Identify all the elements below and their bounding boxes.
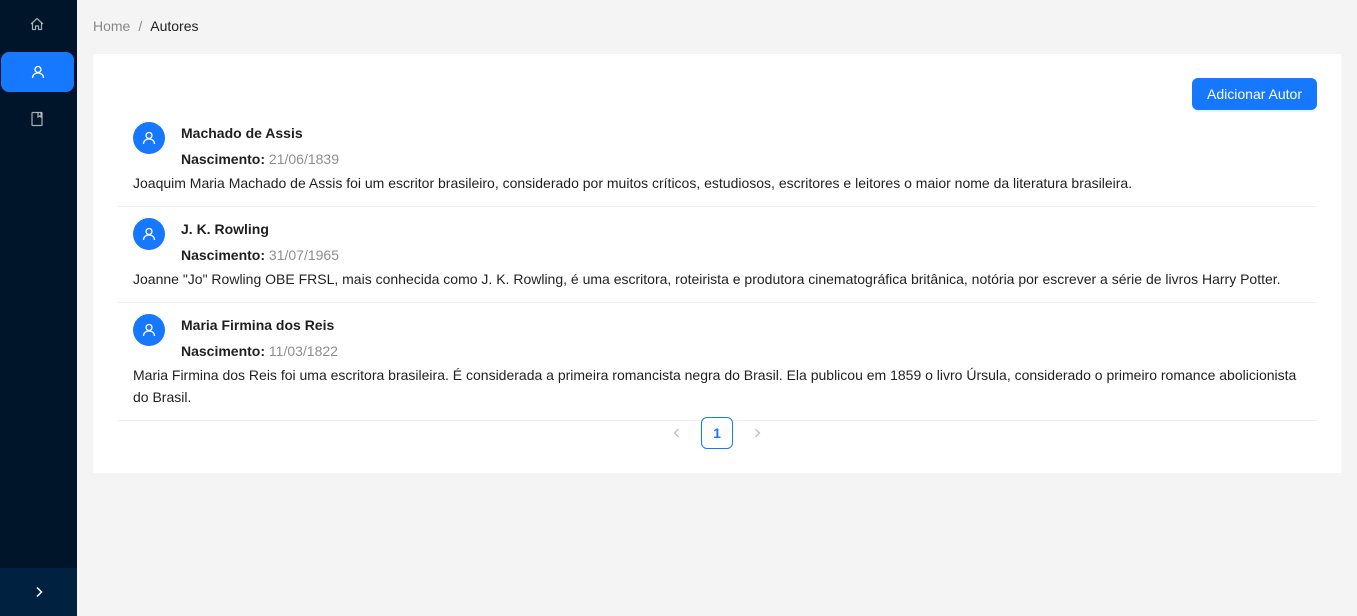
avatar — [133, 122, 165, 154]
list-item-meta: J. K. Rowling Nascimento: 31/07/1965 — [133, 218, 1301, 268]
list-item: Maria Firmina dos Reis Nascimento: 11/03… — [117, 303, 1317, 421]
breadcrumb: Home / Autores — [93, 18, 199, 34]
birth-date: 21/06/1839 — [268, 151, 339, 167]
pagination: 1 — [93, 417, 1341, 449]
user-icon — [142, 131, 156, 145]
sidebar-item-books[interactable] — [0, 99, 73, 139]
author-birth: Nascimento: 21/06/1839 — [181, 148, 1301, 170]
sidebar-item-authors[interactable] — [1, 52, 74, 92]
pagination-page-1[interactable]: 1 — [701, 417, 733, 449]
breadcrumb-separator: / — [138, 18, 143, 34]
author-list: Machado de Assis Nascimento: 21/06/1839 … — [117, 116, 1317, 421]
author-birth: Nascimento: 11/03/1822 — [181, 340, 1301, 362]
birth-label: Nascimento: — [181, 247, 266, 263]
author-name: J. K. Rowling — [181, 221, 269, 237]
user-icon — [31, 65, 44, 79]
birth-label: Nascimento: — [181, 151, 266, 167]
author-bio: Maria Firmina dos Reis foi uma escritora… — [133, 367, 1297, 405]
breadcrumb-home-link[interactable]: Home — [93, 18, 130, 34]
user-icon — [142, 227, 156, 241]
home-icon — [30, 17, 43, 31]
avatar — [133, 314, 165, 346]
book-icon — [30, 111, 43, 127]
list-item: J. K. Rowling Nascimento: 31/07/1965 Joa… — [117, 207, 1317, 303]
author-name: Machado de Assis — [181, 125, 303, 141]
pagination-next-button[interactable] — [741, 417, 773, 449]
author-bio: Joaquim Maria Machado de Assis foi um es… — [133, 175, 1133, 191]
chevron-right-icon — [35, 586, 43, 598]
add-author-button[interactable]: Adicionar Autor — [1192, 78, 1317, 110]
birth-label: Nascimento: — [181, 343, 266, 359]
list-item-meta: Maria Firmina dos Reis Nascimento: 11/03… — [133, 314, 1301, 364]
author-birth: Nascimento: 31/07/1965 — [181, 244, 1301, 266]
author-name: Maria Firmina dos Reis — [181, 317, 335, 333]
sidebar-collapse-trigger[interactable] — [0, 568, 77, 616]
avatar — [133, 218, 165, 250]
sidebar — [0, 0, 77, 616]
content-card: Adicionar Autor Machado de Assis Nascime… — [93, 54, 1341, 473]
author-bio: Joanne "Jo" Rowling OBE FRSL, mais conhe… — [133, 271, 1281, 287]
sidebar-item-home[interactable] — [0, 4, 73, 44]
chevron-left-icon — [673, 428, 679, 438]
birth-date: 11/03/1822 — [268, 343, 338, 359]
list-item: Machado de Assis Nascimento: 21/06/1839 … — [117, 116, 1317, 207]
chevron-right-icon — [755, 428, 761, 438]
pagination-prev-button[interactable] — [661, 417, 693, 449]
user-icon — [142, 323, 156, 337]
birth-date: 31/07/1965 — [268, 247, 339, 263]
breadcrumb-current: Autores — [150, 18, 199, 34]
list-item-meta: Machado de Assis Nascimento: 21/06/1839 — [133, 122, 1301, 172]
